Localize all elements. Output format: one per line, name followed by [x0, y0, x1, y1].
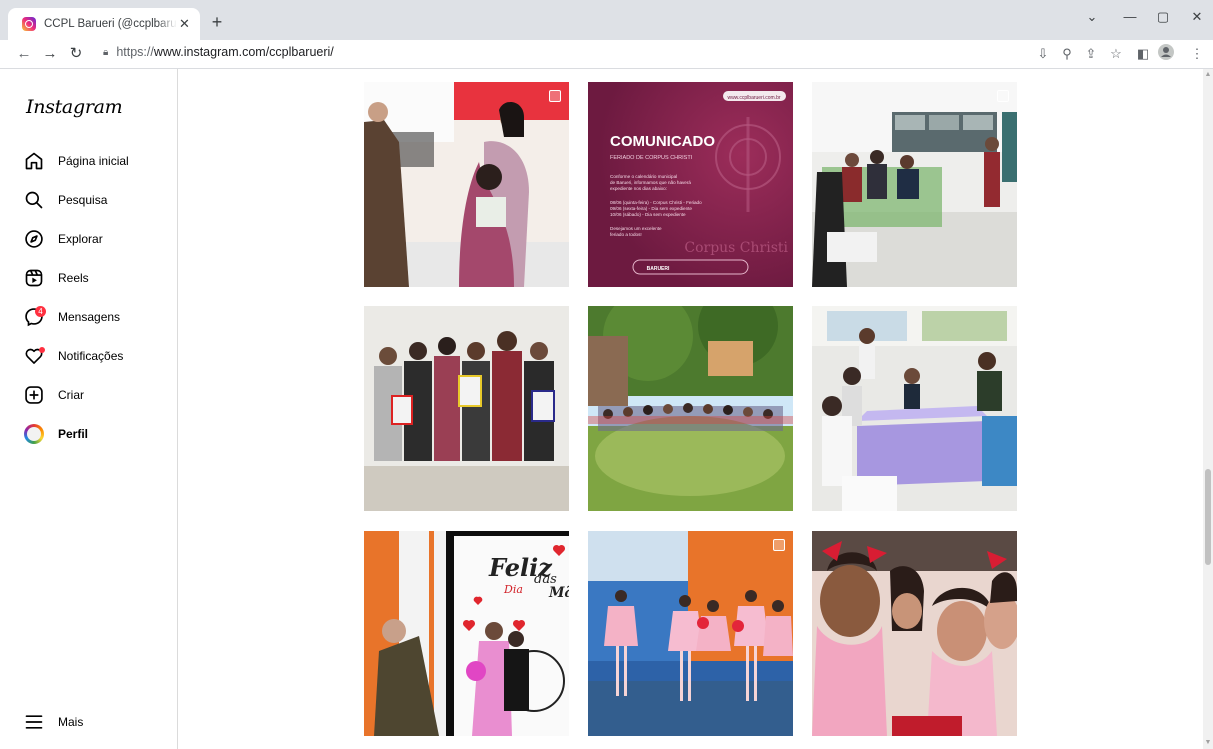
comunicado-line: Conforme o calendário municipal [610, 174, 677, 179]
post-thumbnail[interactable] [812, 306, 1017, 511]
comunicado-subtitle: FERIADO DE CORPUS CHRISTI [610, 155, 693, 161]
scrollbar-thumb[interactable] [1205, 469, 1211, 565]
comunicado-line: 08/06 (quinta-feira) - Corpus Christi - … [610, 200, 702, 205]
post-thumbnail[interactable] [364, 306, 569, 511]
address-bar[interactable]: 🔒︎ https://www.instagram.com/ccplbarueri… [103, 45, 334, 59]
url-scheme: https:// [116, 45, 154, 59]
comunicado-title: COMUNICADO [610, 133, 715, 150]
bookmark-star-icon[interactable]: ☆ [1106, 44, 1126, 64]
side-panel-icon[interactable]: ◧ [1133, 44, 1153, 64]
multi-photo-icon [997, 90, 1009, 102]
notification-dot [39, 347, 45, 353]
multi-photo-icon [549, 90, 561, 102]
close-window-button[interactable]: ✕ [1177, 6, 1213, 28]
search-icon [25, 191, 43, 209]
nav-label: Mais [58, 715, 84, 729]
poster-line: Dia [503, 583, 523, 596]
zoom-icon[interactable]: ⚲ [1057, 44, 1077, 64]
plus-square-icon [25, 386, 43, 404]
comunicado-watermark: Corpus Christi [684, 240, 788, 256]
lock-icon: 🔒︎ [103, 46, 109, 58]
browser-tab[interactable]: CCPL Barueri (@ccplbarueri) • Fotos e ví… [8, 8, 200, 40]
reload-icon[interactable]: ↻ [66, 44, 86, 64]
scroll-down-icon[interactable]: ▼ [1204, 739, 1212, 746]
browser-tab-strip: CCPL Barueri (@ccplbarueri) • Fotos e ví… [0, 0, 1213, 40]
forward-arrow-icon[interactable]: → [40, 44, 60, 64]
share-icon[interactable]: ⇪ [1081, 44, 1101, 64]
instagram-favicon-icon [22, 17, 36, 31]
nav-label: Mensagens [58, 310, 121, 324]
poster-line: Mã [548, 584, 569, 601]
nav-search[interactable]: Pesquisa [24, 188, 107, 212]
avatar [24, 424, 44, 444]
nav-explore[interactable]: Explorar [24, 227, 103, 251]
nav-profile[interactable]: Perfil [24, 422, 88, 446]
messages-badge: 4 [35, 306, 46, 317]
comunicado-line: expediente nos dias abaixo: [610, 186, 667, 191]
post-thumbnail[interactable] [588, 306, 793, 511]
nav-label: Página inicial [58, 154, 129, 168]
post-thumbnail[interactable] [812, 531, 1017, 736]
instagram-sidebar: Instagram Página inicial Pesquisa Explor… [0, 69, 178, 749]
nav-label: Reels [58, 271, 89, 285]
multi-photo-icon [773, 539, 785, 551]
url-host: www.instagram.com/ccplbarueri/ [153, 45, 334, 59]
comunicado-footer: BARUERI [647, 266, 670, 272]
nav-label: Explorar [58, 232, 103, 246]
nav-label: Pesquisa [58, 193, 108, 207]
browser-toolbar: ← → ↻ 🔒︎ https://www.instagram.com/ccplb… [0, 40, 1213, 69]
instagram-logo[interactable]: Instagram [26, 96, 123, 118]
tab-search-button[interactable]: ⌄ [1072, 6, 1112, 28]
profile-icon[interactable] [1156, 44, 1176, 64]
reels-icon [25, 269, 43, 287]
nav-more[interactable]: Mais [24, 710, 83, 734]
compass-icon [25, 230, 43, 248]
post-thumbnail[interactable]: Feliz Dia das Mã [364, 531, 569, 736]
back-arrow-icon[interactable]: ← [14, 44, 34, 64]
nav-notifications[interactable]: Notificações [24, 344, 123, 368]
comunicado-site: www.ccplbarueri.com.br [727, 95, 780, 101]
post-thumbnail[interactable] [364, 82, 569, 287]
hamburger-icon [25, 715, 43, 729]
nav-messages[interactable]: 4 Mensagens [24, 305, 120, 329]
home-icon [25, 152, 43, 170]
nav-home[interactable]: Página inicial [24, 149, 129, 173]
new-tab-button[interactable]: + [206, 12, 228, 34]
install-app-icon[interactable]: ⇩ [1033, 44, 1053, 64]
comunicado-line: de Barueri, informamos que não haverá [610, 180, 691, 185]
comunicado-line: 09/06 (sexta-feira) - Dia sem expediente [610, 206, 692, 211]
post-thumbnail[interactable]: www.ccplbarueri.com.br COMUNICADO FERIAD… [588, 82, 793, 287]
profile-post-grid: www.ccplbarueri.com.br COMUNICADO FERIAD… [179, 69, 1203, 749]
comunicado-line: Desejamos um excelente [610, 226, 662, 231]
tab-title: CCPL Barueri (@ccplbarueri) • Fotos e ví… [44, 18, 177, 30]
comunicado-line: feriado a todos! [610, 232, 642, 237]
nav-label: Criar [58, 388, 84, 402]
nav-create[interactable]: Criar [24, 383, 84, 407]
tab-close-button[interactable]: ✕ [177, 16, 192, 32]
post-thumbnail[interactable] [588, 531, 793, 736]
post-thumbnail[interactable] [812, 82, 1017, 287]
comunicado-line: 10/06 (sábado) - Dia sem expediente [610, 212, 686, 217]
nav-label: Perfil [58, 427, 89, 441]
nav-reels[interactable]: Reels [24, 266, 89, 290]
browser-menu-icon[interactable]: ⋮ [1187, 44, 1207, 64]
nav-label: Notificações [58, 349, 124, 363]
scroll-up-icon[interactable]: ▲ [1204, 71, 1212, 78]
page-scrollbar[interactable]: ▲ ▼ [1203, 69, 1213, 749]
